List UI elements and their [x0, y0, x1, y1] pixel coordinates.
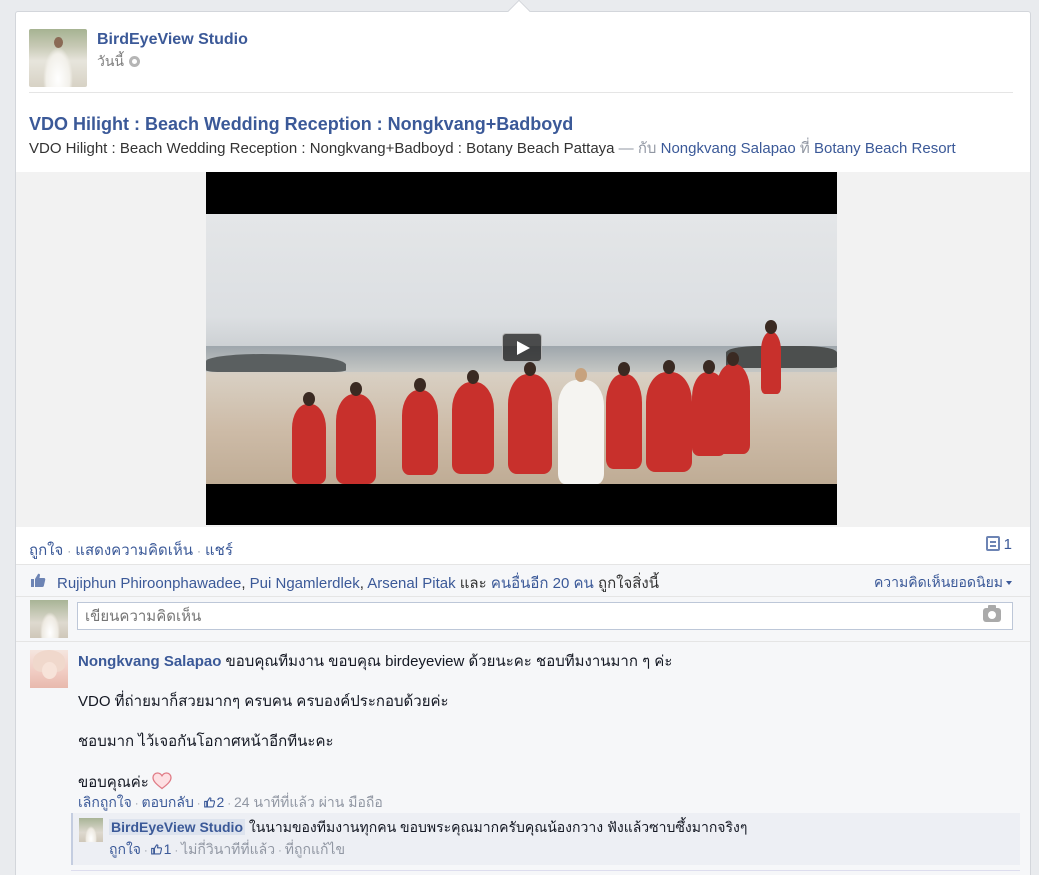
comment-count-value: 1: [1003, 536, 1012, 553]
thumbs-up-icon: [203, 797, 215, 808]
reply-likes[interactable]: 1: [150, 841, 171, 857]
share-action[interactable]: แชร์: [205, 542, 233, 559]
reply-composer-edge: [71, 870, 1020, 875]
comment-line-4: ขอบคุณค่ะ: [78, 774, 149, 791]
likes-row: Rujiphun Phiroonphawadee, Pui Ngamlerdle…: [16, 564, 1030, 596]
feedback-section: Rujiphun Phiroonphawadee, Pui Ngamlerdle…: [16, 564, 1030, 875]
subtitle-text: VDO Hilight : Beach Wedding Reception : …: [29, 140, 615, 157]
play-button[interactable]: [502, 333, 542, 362]
comment-author-link[interactable]: Nongkvang Salapao: [78, 653, 221, 670]
post-actions: ถูกใจ · แสดงความคิดเห็น · แชร์: [29, 542, 233, 559]
composer-avatar[interactable]: [30, 600, 68, 638]
camera-icon[interactable]: [983, 605, 1001, 622]
page-name-link[interactable]: BirdEyeView Studio: [97, 31, 248, 49]
heart-icon: [152, 772, 172, 790]
reply-item: BirdEyeView Studio ในนามของทีมงานทุกคน ข…: [71, 813, 1020, 865]
post-subtitle: VDO Hilight : Beach Wedding Reception : …: [29, 136, 956, 160]
reply-time[interactable]: ไม่กี่วินาทีที่แล้ว: [181, 841, 275, 857]
reply-content: ในนามของทีมงานทุกคน ขอบพระคุณมากครับคุณน…: [248, 819, 748, 835]
commenter-avatar[interactable]: [30, 650, 68, 688]
video-title-link[interactable]: VDO Hilight : Beach Wedding Reception : …: [29, 114, 573, 135]
reply-edited[interactable]: ที่ถูกแก้ไข: [285, 841, 345, 857]
reply-avatar[interactable]: [79, 818, 103, 842]
header-divider: [29, 92, 1013, 93]
play-icon: [517, 341, 530, 355]
reply-author-link[interactable]: BirdEyeView Studio: [109, 819, 245, 835]
liker-link-3[interactable]: Arsenal Pitak: [367, 575, 455, 592]
comment-meta: เลิกถูกใจ · ตอบกลับ · 2 · 24 นาทีที่แล้ว ผ่าน …: [78, 794, 383, 810]
post-card: BirdEyeView Studio วันนี้ VDO Hilight : …: [15, 11, 1031, 875]
and-word: และ: [459, 575, 487, 592]
thumbs-up-icon: [150, 844, 162, 855]
post-time: วันนี้: [97, 51, 141, 73]
globe-icon: [129, 56, 141, 67]
comment-via: ผ่าน มือถือ: [318, 794, 383, 810]
with-separator: — กับ: [618, 140, 657, 157]
likes-summary: Rujiphun Phiroonphawadee, Pui Ngamlerdle…: [57, 575, 659, 592]
location-link[interactable]: Botany Beach Resort: [814, 140, 956, 157]
liker-link-1[interactable]: Rujiphun Phiroonphawadee: [57, 575, 241, 592]
thumbs-up-icon: [31, 573, 46, 587]
page-avatar[interactable]: [29, 29, 87, 87]
other-likers-link[interactable]: คนอื่นอีก 20 คน: [491, 575, 594, 592]
comment-composer: [16, 596, 1030, 641]
comment-input[interactable]: [77, 602, 1013, 630]
reply-link[interactable]: ตอบกลับ: [142, 794, 194, 810]
post-time-label[interactable]: วันนี้: [97, 53, 124, 69]
likes-suffix: ถูกใจสิ่งนี้: [597, 575, 659, 592]
video-player[interactable]: [206, 172, 837, 525]
comment-icon: [985, 536, 1000, 551]
comment-item: Nongkvang Salapao ขอบคุณทีมงาน ขอบคุณ bi…: [16, 641, 1030, 875]
comment-time[interactable]: 24 นาทีที่แล้ว: [234, 794, 315, 810]
reply-like-link[interactable]: ถูกใจ: [109, 841, 141, 857]
comment-count[interactable]: 1: [985, 536, 1012, 553]
top-comments-dropdown[interactable]: ความคิดเห็นยอดนิยม: [874, 572, 1012, 594]
tagged-person-link[interactable]: Nongkvang Salapao: [661, 140, 796, 157]
comment-likes[interactable]: 2: [203, 794, 224, 810]
like-action[interactable]: ถูกใจ: [29, 542, 63, 559]
media-area: [16, 172, 1030, 527]
comment-body: Nongkvang Salapao ขอบคุณทีมงาน ขอบคุณ bi…: [78, 652, 1008, 813]
chevron-down-icon: [1006, 581, 1012, 585]
unlike-link[interactable]: เลิกถูกใจ: [78, 794, 132, 810]
liker-link-2[interactable]: Pui Ngamlerdlek: [250, 575, 360, 592]
at-word: ที่: [799, 140, 810, 157]
reply-text: BirdEyeView Studio ในนามของทีมงานทุกคน ข…: [109, 817, 747, 839]
comment-line-1: ขอบคุณทีมงาน ขอบคุณ birdeyeview ด้วยนะคะ…: [225, 653, 673, 670]
comment-line-3: ชอบมาก ไว้เจอกันโอกาศหน้าอีกทีนะคะ: [78, 733, 334, 750]
reply-meta: ถูกใจ · 1 · ไม่กี่วินาทีที่แล้ว · ที่ถูกแก้ไข: [109, 841, 346, 857]
comment-line-2: VDO ที่ถ่ายมาก็สวยมากๆ ครบคน ครบองค์ประก…: [78, 693, 449, 710]
comment-action[interactable]: แสดงความคิดเห็น: [75, 542, 193, 559]
